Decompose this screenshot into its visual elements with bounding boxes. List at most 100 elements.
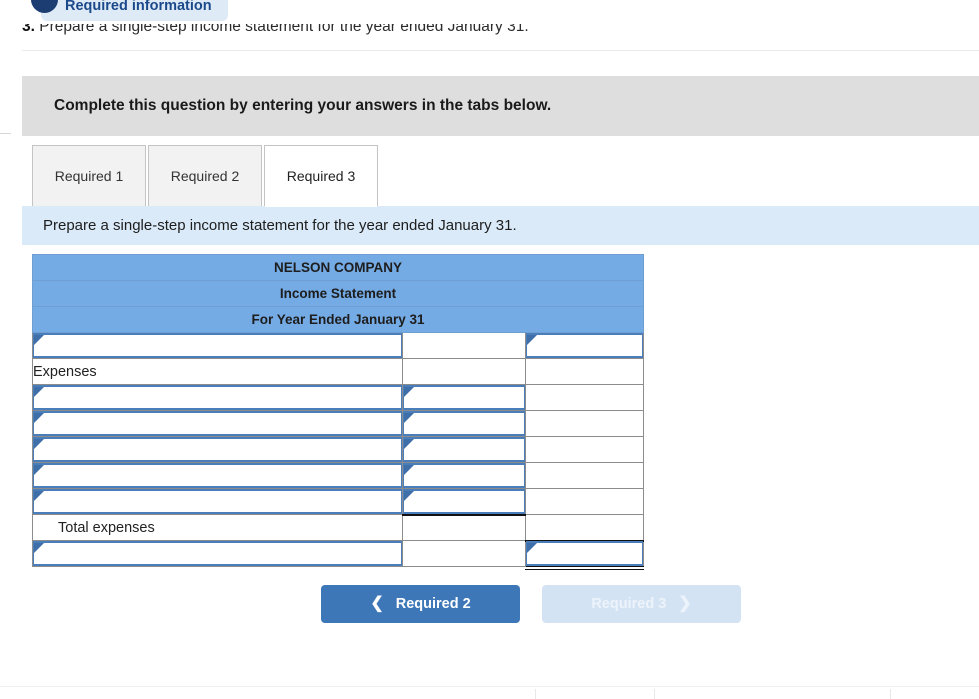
page-root: 3. Prepare a single-step income statemen… xyxy=(0,0,979,699)
table-header-row: For Year Ended January 31 xyxy=(31,306,645,333)
next-required-3-button[interactable]: Required 3 ❯ xyxy=(542,585,741,623)
left-edge-rule xyxy=(0,133,11,134)
expense-name-field-3[interactable] xyxy=(33,438,402,461)
previous-button-label: Required 2 xyxy=(395,596,471,612)
required-information-banner: Required information xyxy=(41,0,228,21)
expense-amount-field-5[interactable] xyxy=(403,489,525,513)
total-expenses-amount-cell xyxy=(402,513,526,541)
account-name-field-1[interactable] xyxy=(33,334,402,357)
total-cell-blank xyxy=(524,384,645,411)
cell-corner-marker-icon xyxy=(527,543,537,554)
tab-required-2[interactable]: Required 2 xyxy=(148,145,262,206)
question-statement: 3. Prepare a single-step income statemen… xyxy=(22,24,962,50)
amount-cell-blank xyxy=(402,332,526,359)
question-number: 3. xyxy=(22,24,35,35)
cell-corner-marker-icon xyxy=(34,491,44,501)
cell-corner-marker-icon xyxy=(404,387,414,397)
company-name-cell: NELSON COMPANY xyxy=(31,254,645,281)
expense-name-field-5[interactable] xyxy=(33,490,402,513)
expense-amount-field-1[interactable] xyxy=(403,386,525,409)
table-row xyxy=(32,332,645,359)
amount-input-cell[interactable] xyxy=(402,462,526,489)
total-input-cell[interactable] xyxy=(524,332,645,359)
table-row xyxy=(32,488,645,515)
total-cell-blank xyxy=(524,514,645,541)
tab-instruction-strip: Prepare a single-step income statement f… xyxy=(22,206,979,245)
question-divider xyxy=(22,50,979,51)
cell-corner-marker-icon xyxy=(34,465,44,475)
expenses-section-label: Expenses xyxy=(32,358,403,385)
total-amount-field-1[interactable] xyxy=(526,334,644,357)
account-input-cell[interactable] xyxy=(32,410,403,437)
cell-corner-marker-icon xyxy=(34,439,44,449)
cell-corner-marker-icon xyxy=(34,387,44,397)
bottom-divider xyxy=(0,686,979,687)
total-expenses-label: Total expenses xyxy=(32,514,403,541)
required-information-label: Required information xyxy=(65,0,212,15)
chevron-left-icon: ❮ xyxy=(370,595,384,612)
total-cell-blank xyxy=(524,488,645,515)
table-header-row: NELSON COMPANY xyxy=(31,254,645,281)
amount-input-cell[interactable] xyxy=(402,410,526,437)
amount-cell-blank xyxy=(402,540,526,567)
expense-name-field-4[interactable] xyxy=(33,464,402,487)
tab-required-1[interactable]: Required 1 xyxy=(32,145,146,206)
statement-title-cell: Income Statement xyxy=(31,280,645,307)
expense-amount-field-3[interactable] xyxy=(403,438,525,461)
net-income-label-field[interactable] xyxy=(33,542,402,565)
cell-corner-marker-icon xyxy=(404,465,414,475)
next-button-label: Required 3 xyxy=(591,596,667,612)
tab-instruction-text: Prepare a single-step income statement f… xyxy=(43,217,517,234)
question-text: Prepare a single-step income statement f… xyxy=(39,24,529,35)
bottom-tick-mark xyxy=(535,689,536,699)
account-input-cell[interactable] xyxy=(32,436,403,463)
cell-corner-marker-icon xyxy=(527,335,537,345)
account-input-cell[interactable] xyxy=(32,462,403,489)
table-row xyxy=(32,410,645,437)
account-input-cell[interactable] xyxy=(32,384,403,411)
table-row xyxy=(32,539,645,571)
amount-cell-blank xyxy=(402,358,526,385)
amount-input-cell[interactable] xyxy=(402,384,526,411)
total-cell-blank xyxy=(524,436,645,463)
cell-corner-marker-icon xyxy=(404,413,414,423)
table-row: Total expenses xyxy=(32,513,645,541)
chevron-right-icon: ❯ xyxy=(678,595,692,612)
previous-required-2-button[interactable]: ❮ Required 2 xyxy=(321,585,520,623)
amount-input-cell[interactable] xyxy=(402,488,526,515)
tab-required-3[interactable]: Required 3 xyxy=(264,145,378,207)
total-cell-blank xyxy=(524,462,645,489)
bottom-tick-mark xyxy=(890,689,891,699)
instruction-band: Complete this question by entering your … xyxy=(22,76,979,136)
tab-required-1-label: Required 1 xyxy=(54,168,124,184)
table-row xyxy=(32,462,645,489)
tab-strip: Required 1 Required 2 Required 3 xyxy=(32,145,380,207)
expense-amount-field-4[interactable] xyxy=(403,464,525,487)
expense-name-field-1[interactable] xyxy=(33,386,402,409)
table-header-row: Income Statement xyxy=(31,280,645,307)
cell-corner-marker-icon xyxy=(34,335,44,345)
statement-period-cell: For Year Ended January 31 xyxy=(31,306,645,333)
expense-amount-field-2[interactable] xyxy=(403,412,525,435)
account-input-cell[interactable] xyxy=(32,332,403,359)
expense-name-field-2[interactable] xyxy=(33,412,402,435)
tab-required-2-label: Required 2 xyxy=(170,168,240,184)
total-cell-blank xyxy=(524,358,645,385)
income-statement-table-wrap: NELSON COMPANY Income Statement For Year… xyxy=(31,254,645,571)
net-income-input-cell[interactable] xyxy=(524,539,645,571)
amount-input-cell[interactable] xyxy=(402,436,526,463)
income-statement-table: NELSON COMPANY Income Statement For Year… xyxy=(31,254,645,571)
cell-corner-marker-icon xyxy=(404,439,414,449)
account-input-cell[interactable] xyxy=(32,488,403,515)
tab-navigation: ❮ Required 2 Required 3 ❯ xyxy=(321,585,741,623)
table-row xyxy=(32,384,645,411)
tab-required-3-label: Required 3 xyxy=(286,168,356,184)
total-cell-blank xyxy=(524,410,645,437)
table-row xyxy=(32,436,645,463)
bottom-tick-mark xyxy=(654,689,655,699)
account-input-cell[interactable] xyxy=(32,540,403,567)
instruction-band-text: Complete this question by entering your … xyxy=(54,97,552,114)
cell-corner-marker-icon xyxy=(34,413,44,423)
table-row: Expenses xyxy=(32,358,645,385)
net-income-amount-field[interactable] xyxy=(526,542,644,566)
